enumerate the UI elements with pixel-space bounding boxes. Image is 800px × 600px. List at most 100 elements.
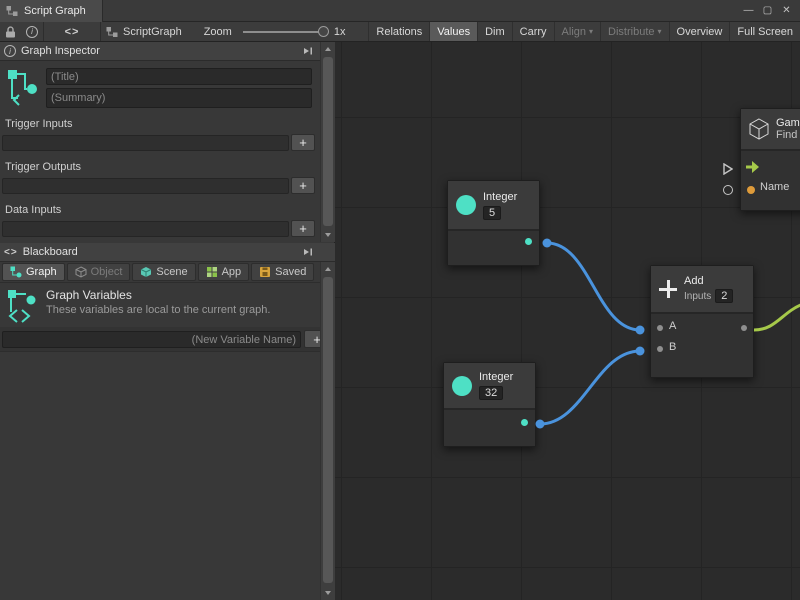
script-graph-asset-icon: [106, 26, 118, 38]
gameobject-cube-icon: [749, 118, 769, 140]
node-title: Add: [684, 275, 733, 287]
node-title: GameObject: [776, 117, 800, 129]
node-gameobject-find[interactable]: GameObject Find Name: [740, 108, 800, 211]
titlebar[interactable]: Script Graph — ▢ ✕: [0, 0, 800, 22]
output-port[interactable]: [521, 419, 528, 426]
inputs-count-field[interactable]: 2: [715, 289, 733, 303]
minimize-button[interactable]: —: [740, 1, 757, 21]
left-sidebar: i Graph Inspector Trigger Inputs + Trigg…: [0, 42, 335, 600]
scroll-down-button[interactable]: [321, 587, 335, 599]
panel-expand-icon[interactable]: [303, 247, 313, 257]
connection-endpoint[interactable]: [636, 347, 645, 356]
input-port-a[interactable]: [657, 325, 663, 331]
output-port[interactable]: [741, 325, 747, 331]
panel-expand-icon[interactable]: [303, 46, 313, 56]
graph-variables-title: Graph Variables: [46, 288, 132, 302]
node-title: Integer: [479, 371, 513, 383]
lock-button[interactable]: [0, 22, 21, 41]
node-integer-a[interactable]: Integer 5: [447, 180, 540, 266]
script-graph-icon: [6, 5, 18, 17]
connection-endpoint[interactable]: [543, 239, 552, 248]
tab-graph[interactable]: Graph: [2, 263, 65, 281]
graph-inspector-header: i Graph Inspector: [0, 42, 335, 61]
graph-name: ScriptGraph: [123, 26, 182, 38]
inspector-scrollbar[interactable]: [320, 42, 335, 242]
full-screen-button[interactable]: Full Screen: [729, 22, 800, 41]
scroll-down-button[interactable]: [321, 229, 335, 241]
info-icon: i: [26, 26, 38, 38]
node-add[interactable]: Add Inputs 2 A B: [650, 265, 754, 378]
scroll-thumb[interactable]: [323, 57, 333, 226]
trigger-outputs-label: Trigger Outputs: [5, 161, 81, 173]
output-port[interactable]: [525, 238, 532, 245]
scroll-up-button[interactable]: [321, 263, 335, 275]
new-variable-input[interactable]: [2, 331, 301, 348]
script-graph-window: Script Graph — ▢ ✕ i <>: [0, 0, 800, 600]
integer-value-field[interactable]: 5: [483, 206, 501, 220]
scroll-up-button[interactable]: [321, 43, 335, 55]
toolbar-button-group: Relations Values Dim Carry Align▾ Distri…: [368, 22, 800, 41]
maximize-button[interactable]: ▢: [759, 1, 776, 21]
zoom-slider[interactable]: [241, 22, 329, 42]
tab-object[interactable]: Object: [67, 263, 131, 281]
value-input-port-icon[interactable]: [723, 185, 733, 195]
integer-literal-icon: [456, 195, 476, 215]
zoom-slider-handle[interactable]: [318, 26, 329, 37]
inspector-toggle-button[interactable]: i: [21, 22, 43, 41]
trigger-input-port-icon[interactable]: [723, 163, 733, 175]
script-graph-tab[interactable]: Script Graph: [0, 0, 103, 22]
port-a-label: A: [669, 320, 676, 332]
node-body: [444, 410, 535, 446]
trigger-inputs-label: Trigger Inputs: [5, 118, 72, 130]
graph-canvas[interactable]: Integer 5 Integer 32: [335, 42, 800, 600]
distribute-button[interactable]: Distribute▾: [600, 22, 668, 41]
graph-inspector-title: Graph Inspector: [21, 45, 100, 57]
data-inputs-list: [2, 221, 289, 237]
name-input-port[interactable]: [747, 186, 755, 194]
tab-saved[interactable]: Saved: [251, 263, 314, 281]
close-button[interactable]: ✕: [778, 1, 795, 21]
graph-title-input[interactable]: [46, 68, 312, 85]
node-title: Integer: [483, 191, 517, 203]
relations-button[interactable]: Relations: [368, 22, 429, 41]
carry-button[interactable]: Carry: [512, 22, 554, 41]
add-trigger-input-button[interactable]: +: [291, 134, 315, 151]
port-b-label: B: [669, 341, 676, 353]
tab-scene[interactable]: Scene: [132, 263, 195, 281]
blackboard-scrollbar[interactable]: [320, 262, 335, 600]
dim-button[interactable]: Dim: [477, 22, 512, 41]
node-header: Integer 32: [444, 363, 535, 410]
add-trigger-output-button[interactable]: +: [291, 177, 315, 194]
align-button[interactable]: Align▾: [554, 22, 600, 41]
connection-endpoint[interactable]: [536, 420, 545, 429]
scroll-thumb[interactable]: [323, 277, 333, 583]
data-inputs-label: Data Inputs: [5, 204, 61, 216]
zoom-label: Zoom: [199, 22, 237, 41]
code-icon: <>: [65, 26, 80, 38]
graph-variables-icon: [6, 288, 38, 324]
blackboard-header: <> Blackboard: [0, 243, 335, 262]
integer-literal-icon: [452, 376, 472, 396]
app-grid-icon: [206, 266, 218, 278]
zoom-value: 1x: [329, 22, 351, 41]
graph-summary-input[interactable]: [46, 88, 312, 108]
trigger-output-arrow-icon[interactable]: [746, 161, 760, 173]
tab-app[interactable]: App: [198, 263, 250, 281]
overview-button[interactable]: Overview: [669, 22, 730, 41]
input-port-b[interactable]: [657, 346, 663, 352]
add-data-input-button[interactable]: +: [291, 220, 315, 237]
values-button[interactable]: Values: [429, 22, 477, 41]
chevron-down-icon: ▾: [589, 27, 593, 36]
zoom-slider-track: [243, 31, 323, 33]
code-view-button[interactable]: <>: [44, 22, 100, 41]
blackboard-title: Blackboard: [23, 246, 78, 258]
node-header: Add Inputs 2: [651, 266, 753, 314]
node-body: A B: [651, 314, 753, 377]
chevron-down-icon: ▾: [658, 27, 662, 36]
connection-endpoint[interactable]: [636, 326, 645, 335]
lock-icon: [5, 26, 16, 38]
add-icon: [659, 280, 677, 298]
node-integer-b[interactable]: Integer 32: [443, 362, 536, 447]
integer-value-field[interactable]: 32: [479, 386, 503, 400]
graph-breadcrumb[interactable]: ScriptGraph: [101, 22, 187, 41]
